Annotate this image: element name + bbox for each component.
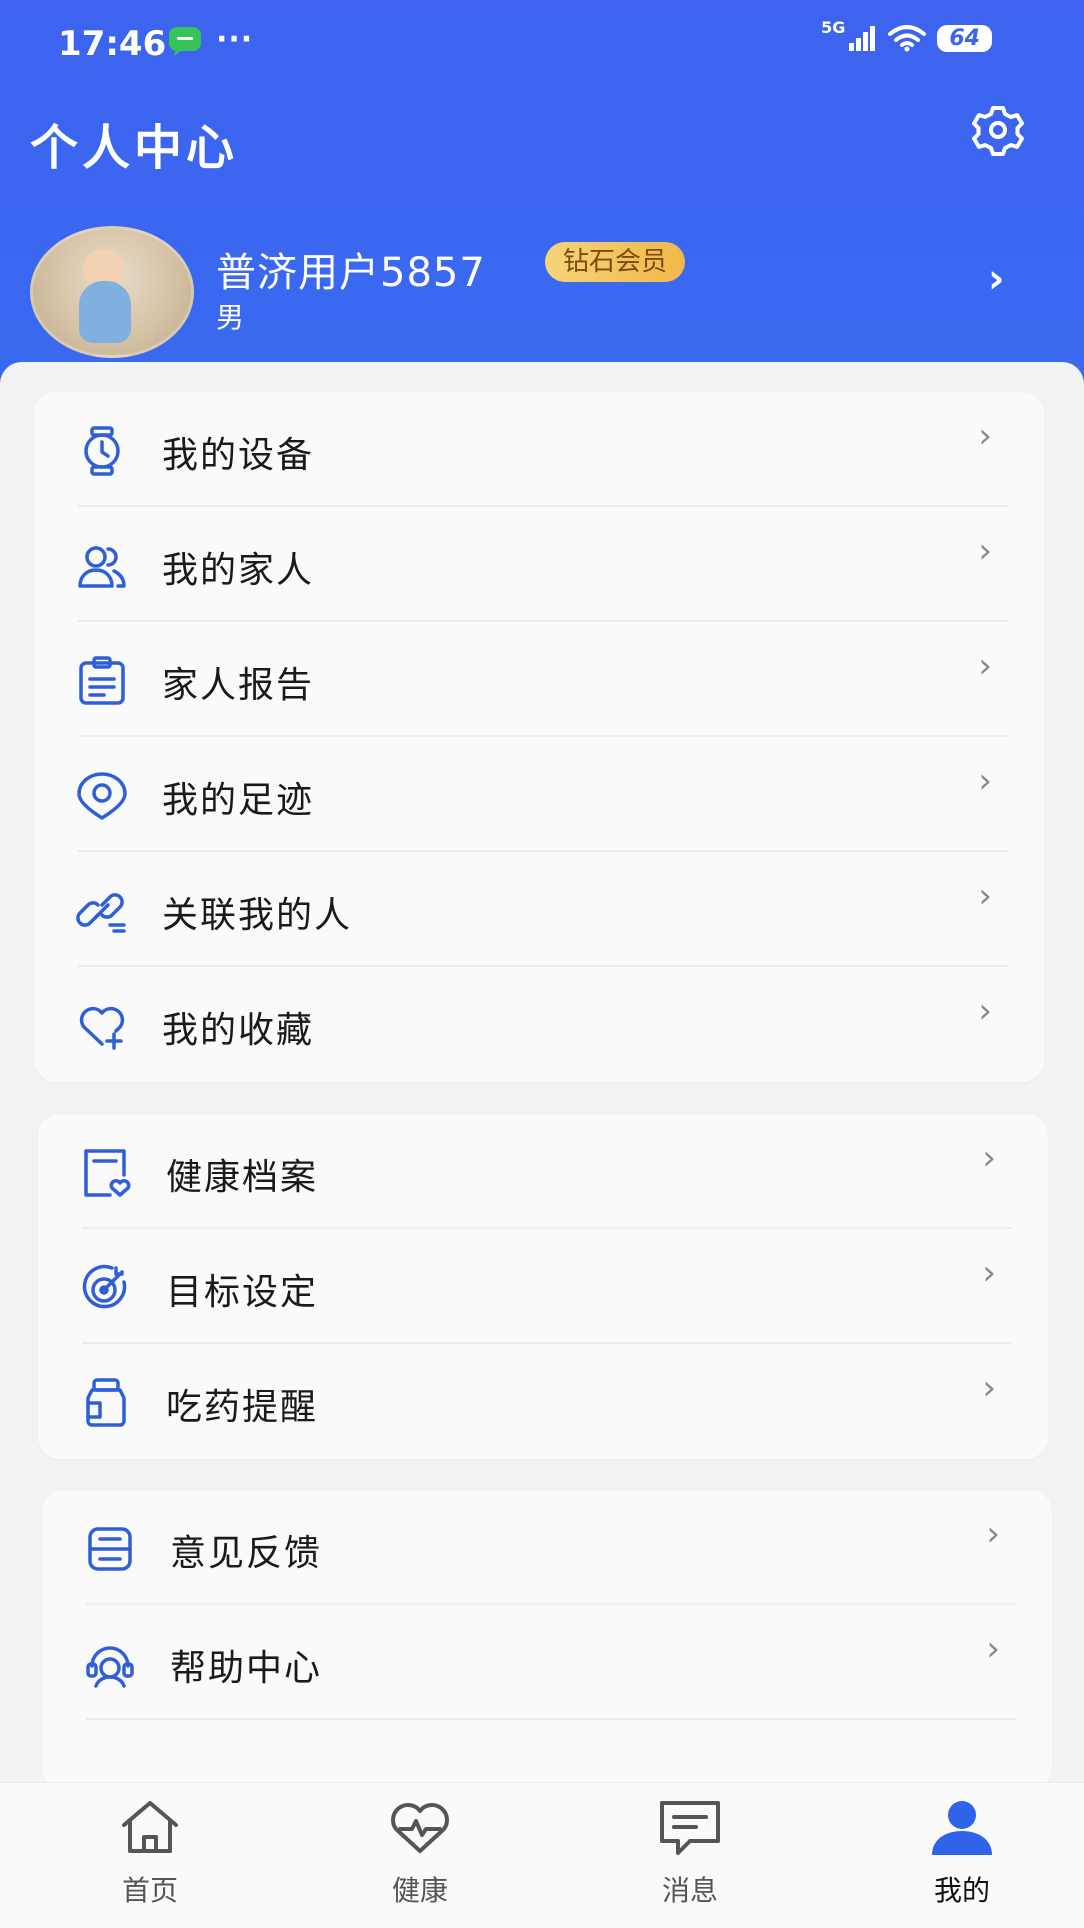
chevron-right-icon: ›: [982, 1138, 996, 1178]
menu-item-feedback[interactable]: 意见反馈 ›: [42, 1490, 1052, 1605]
menu-item-label: 吃药提醒: [166, 1387, 319, 1428]
signal-icon: [849, 26, 876, 51]
battery-level: 64: [937, 24, 992, 52]
chevron-right-icon[interactable]: ›: [988, 256, 1004, 302]
wifi-icon: [888, 25, 927, 52]
menu-item-help-center[interactable]: 帮助中心 ›: [42, 1605, 1052, 1720]
vip-badge: 钻石会员: [545, 242, 686, 282]
menu-content: 我的设备 › 我的家人 › 家人报告 › 我的足迹 › 关联我的人 › 我的收藏…: [0, 362, 1084, 1790]
avatar[interactable]: [30, 226, 194, 358]
tab-label: 首页: [121, 1874, 178, 1907]
chevron-right-icon: ›: [982, 1368, 996, 1408]
menu-item-label: 健康档案: [166, 1157, 319, 1198]
menu-card-health: 健康档案 › 目标设定 › 吃药提醒 ›: [38, 1114, 1048, 1459]
menu-item-label: 帮助中心: [170, 1648, 323, 1689]
link-icon: [76, 893, 126, 933]
menu-item-my-favorites[interactable]: 我的收藏 ›: [34, 967, 1044, 1082]
tab-label: 健康: [391, 1874, 448, 1907]
target-icon: [82, 1264, 127, 1309]
tab-mine[interactable]: 我的: [892, 1797, 1032, 1917]
home-icon: [122, 1801, 178, 1853]
user-gender: 男: [216, 301, 245, 334]
menu-item-label: 意见反馈: [170, 1533, 323, 1574]
menu-card-support: 意见反馈 › 帮助中心 ›: [42, 1490, 1052, 1790]
status-indicators: 5G 64: [821, 18, 992, 58]
menu-item-my-devices[interactable]: 我的设备 ›: [34, 392, 1044, 507]
status-more-dots: ···: [216, 22, 254, 57]
chevron-right-icon: ›: [978, 416, 992, 456]
user-icon: [932, 1801, 992, 1855]
chevron-right-icon: ›: [978, 646, 992, 686]
status-time: 17:46: [58, 24, 167, 64]
family-icon: [78, 546, 126, 588]
message-notification-icon: [169, 27, 201, 56]
menu-item-medicine-reminder[interactable]: 吃药提醒 ›: [38, 1344, 1048, 1459]
menu-item-label: 我的设备: [162, 435, 315, 476]
status-bar: 17:46 ··· 5G 64: [0, 0, 1084, 90]
menu-item-health-record[interactable]: 健康档案 ›: [38, 1114, 1048, 1229]
menu-item-label: 我的足迹: [162, 780, 315, 821]
menu-item-my-footprint[interactable]: 我的足迹 ›: [34, 737, 1044, 852]
chevron-right-icon: ›: [986, 1629, 1000, 1669]
chevron-right-icon: ›: [978, 876, 992, 916]
profile-header: 17:46 ··· 5G 64 个人中心 普济用户5857 钻石会员 男 ›: [0, 0, 1084, 400]
chevron-right-icon: ›: [978, 991, 992, 1031]
tab-label: 消息: [661, 1874, 718, 1907]
menu-item-label: 家人报告: [162, 665, 315, 706]
network-type: 5G: [821, 18, 846, 37]
feedback-icon: [88, 1527, 132, 1571]
gear-icon[interactable]: [970, 102, 1026, 158]
watch-icon: [84, 426, 120, 476]
footprint-icon: [77, 772, 127, 820]
heart-pulse-icon: [391, 1803, 449, 1853]
report-icon: [79, 656, 125, 705]
menu-item-goal-setting[interactable]: 目标设定 ›: [38, 1229, 1048, 1344]
tab-health[interactable]: 健康: [350, 1797, 490, 1917]
menu-item-label: 我的家人: [162, 550, 315, 591]
profile-row[interactable]: 普济用户5857 钻石会员 男 ›: [0, 220, 1084, 360]
tab-messages[interactable]: 消息: [620, 1797, 760, 1917]
health-record-icon: [84, 1149, 131, 1197]
medicine-icon: [86, 1378, 126, 1427]
menu-item-my-family[interactable]: 我的家人 ›: [34, 507, 1044, 622]
menu-item-family-report[interactable]: 家人报告 ›: [34, 622, 1044, 737]
chevron-right-icon: ›: [982, 1253, 996, 1293]
menu-card-main: 我的设备 › 我的家人 › 家人报告 › 我的足迹 › 关联我的人 › 我的收藏…: [34, 392, 1044, 1082]
menu-item-label: 关联我的人: [162, 895, 353, 936]
menu-item-label: 目标设定: [166, 1272, 319, 1313]
help-icon: [86, 1646, 134, 1688]
chevron-right-icon: ›: [986, 1514, 1000, 1554]
bottom-tab-bar: 首页 健康 消息 我的: [0, 1782, 1084, 1928]
chevron-right-icon: ›: [978, 531, 992, 571]
page-title: 个人中心: [30, 120, 239, 176]
tab-label: 我的: [933, 1874, 990, 1907]
tab-home[interactable]: 首页: [80, 1797, 220, 1917]
favorite-icon: [79, 1006, 125, 1050]
user-name: 普济用户5857: [216, 250, 486, 296]
message-icon: [660, 1801, 720, 1855]
menu-item-label: 我的收藏: [162, 1010, 315, 1051]
menu-item-linked-people[interactable]: 关联我的人 ›: [34, 852, 1044, 967]
chevron-right-icon: ›: [978, 761, 992, 801]
